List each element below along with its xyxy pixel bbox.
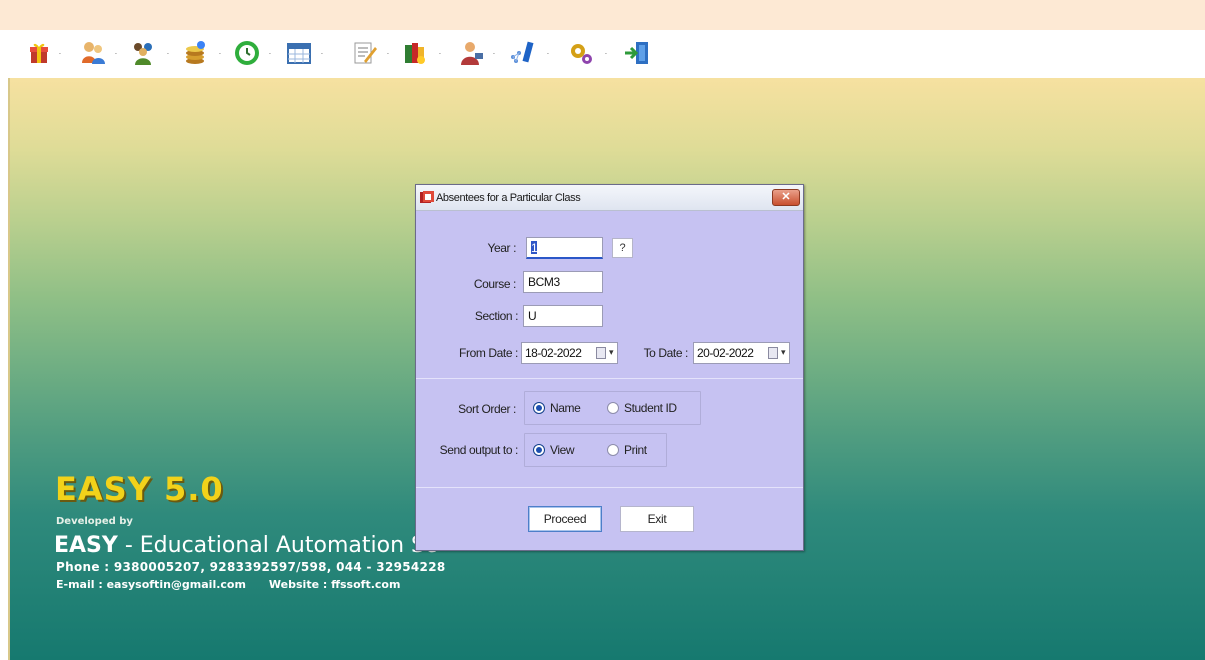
calendar-grid-icon [287,43,311,64]
to-date-value: 20-02-2022 [697,346,754,360]
output-view-radio[interactable]: View [533,443,575,457]
radio-unselected-icon [607,402,619,414]
exit-button[interactable]: Exit [620,506,694,532]
from-date-picker[interactable]: 18-02-2022 ▾ [521,342,618,364]
brand-title: EASY 5.0 [55,470,224,508]
books-icon [405,43,425,64]
brand-website: Website : ffssoft.com [268,578,401,591]
window-edge [8,78,10,660]
calendar-icon[interactable] [768,347,778,359]
toolbar-dropdown-arrow[interactable]: · [544,50,552,58]
brand-name-rest: - Educational Automation Sc [117,533,438,558]
brand-email: E-mail : easysoftin@gmail.com [56,578,246,591]
toolbar-button-clock[interactable] [232,37,262,69]
radio-selected-icon [533,444,545,456]
coins-icon [186,41,205,64]
toolbar-button-coins[interactable] [180,37,210,69]
app-window-icon [420,191,434,203]
gears-icon [571,44,592,64]
toolbar-dropdown-arrow[interactable]: · [318,50,326,58]
toolbar-dropdown-arrow[interactable]: · [56,50,64,58]
to-date-label: To Date : [643,346,689,360]
brand-name-bold: EASY [54,533,118,558]
sort-name-label: Name [550,401,581,415]
toolbar-button-books[interactable] [400,37,430,69]
output-print-radio[interactable]: Print [607,443,647,457]
radio-unselected-icon [607,444,619,456]
toolbar-dropdown-arrow[interactable]: · [490,50,498,58]
toolbar-button-notepad[interactable] [350,37,380,69]
top-strip [0,0,1205,30]
section-field[interactable]: U [523,305,603,327]
sort-order-label: Sort Order : [458,402,516,416]
output-print-label: Print [624,443,647,457]
brand-developed-by: Developed by [56,516,133,527]
toolbar-dropdown-arrow[interactable]: · [436,50,444,58]
users-icon [82,42,105,64]
course-label: Course : [473,277,517,291]
send-output-group: View Print [524,433,667,467]
section-label: Section : [474,309,518,323]
clock-icon [235,41,259,65]
year-label: Year : [487,241,516,255]
divider [416,487,803,488]
toolbar-button-calendar[interactable] [284,37,314,69]
toolbar-dropdown-arrow[interactable]: · [266,50,274,58]
toolbar-button-network[interactable] [506,37,536,69]
toolbar-dropdown-arrow[interactable]: · [384,50,392,58]
chevron-down-icon[interactable]: ▾ [781,347,786,358]
toolbar-button-exit[interactable] [622,37,652,69]
network-icon [511,41,534,63]
calendar-icon[interactable] [596,347,606,359]
brand-contact: E-mail : easysoftin@gmail.com Website : … [56,578,400,591]
exit-door-icon [625,42,648,64]
toolbar-dropdown-arrow[interactable]: · [216,50,224,58]
chevron-down-icon[interactable]: ▾ [609,347,614,358]
radio-selected-icon [533,402,545,414]
toolbar-button-person-tools[interactable] [456,37,486,69]
year-lookup-button[interactable]: ? [612,238,633,258]
dialog-title: Absentees for a Particular Class [436,192,581,204]
send-output-label: Send output to : [439,443,519,457]
toolbar-button-gears[interactable] [566,37,596,69]
sort-student-id-radio[interactable]: Student ID [607,401,677,415]
close-button[interactable]: ✕ [772,189,800,206]
toolbar-dropdown-arrow[interactable]: · [112,50,120,58]
sort-order-group: Name Student ID [524,391,701,425]
toolbar-dropdown-arrow[interactable]: · [164,50,172,58]
sort-name-radio[interactable]: Name [533,401,581,415]
to-date-picker[interactable]: 20-02-2022 ▾ [693,342,790,364]
toolbar-button-users[interactable] [78,37,108,69]
notepad-icon [354,42,377,64]
output-view-label: View [550,443,575,457]
toolbar-button-group[interactable] [128,37,158,69]
gift-icon [30,43,48,63]
course-field[interactable]: BCM3 [523,271,603,293]
year-value: 1 [531,241,538,255]
toolbar-dropdown-arrow[interactable]: · [602,50,610,58]
group-icon [134,43,152,65]
brand-name: EASY - Educational Automation Sc [54,533,437,558]
from-date-label: From Date : [459,346,518,360]
main-toolbar: · · · · · · · · · · · [0,30,1205,78]
dialog-titlebar[interactable]: Absentees for a Particular Class ✕ [416,185,803,211]
proceed-button[interactable]: Proceed [528,506,602,532]
person-tools-icon [461,42,483,65]
year-field[interactable]: 1 [526,237,603,259]
divider [416,378,803,379]
sort-student-id-label: Student ID [624,401,677,415]
absentees-dialog: Absentees for a Particular Class ✕ Year … [415,184,804,551]
from-date-value: 18-02-2022 [525,346,582,360]
brand-phone: Phone : 9380005207, 9283392597/598, 044 … [56,560,446,574]
toolbar-button-gift[interactable] [24,37,54,69]
